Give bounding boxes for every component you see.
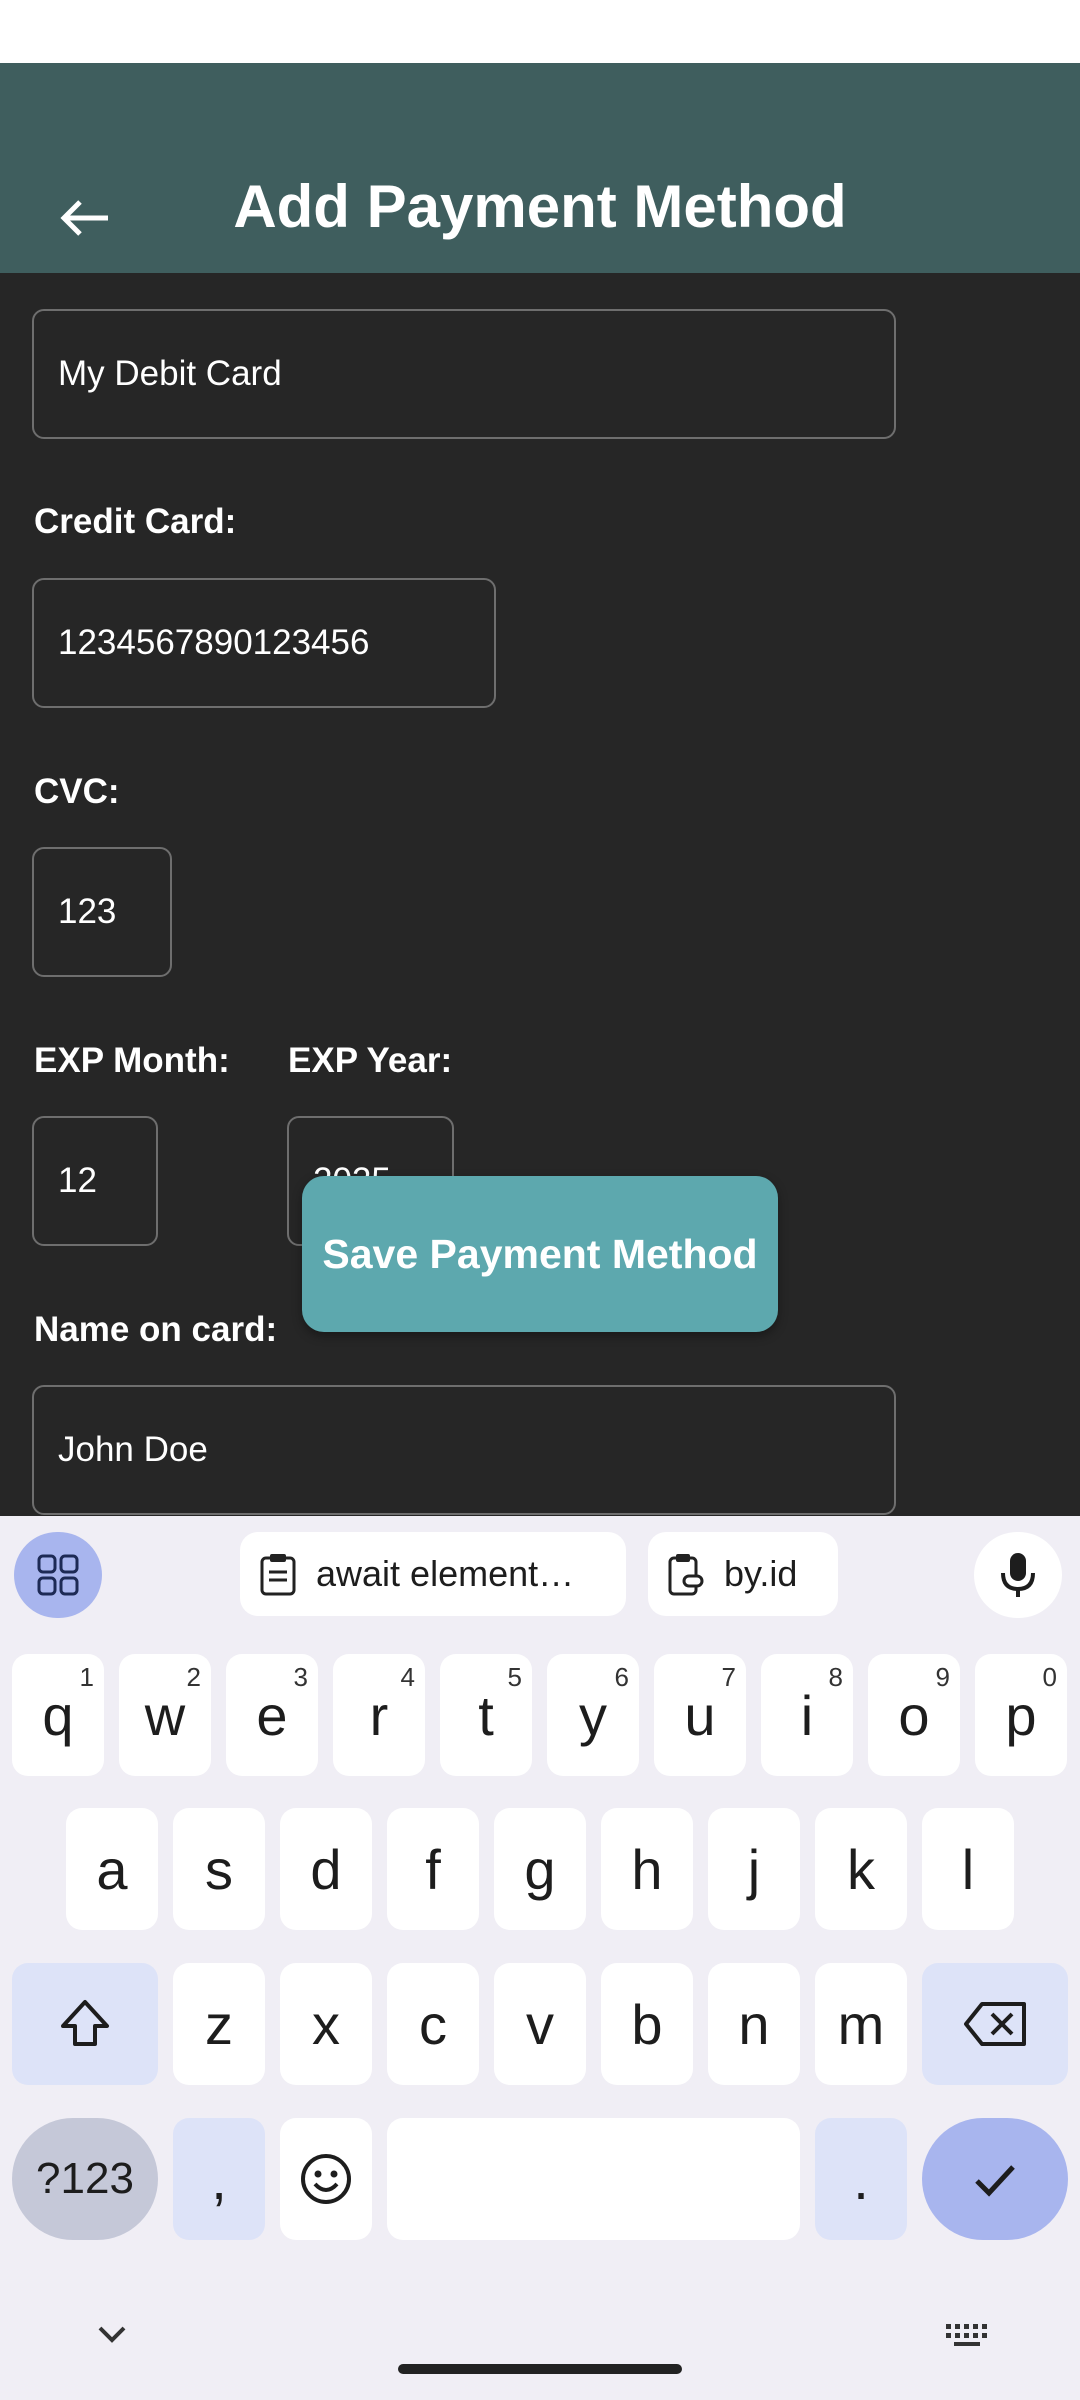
key-l[interactable]: l <box>922 1808 1014 1930</box>
key-x[interactable]: x <box>280 1963 372 2085</box>
space-key[interactable] <box>387 2118 800 2240</box>
soft-keyboard: await element… by.id q1 w2 e3 r4 t5 y6 u… <box>0 1516 1080 2400</box>
page-title: Add Payment Method <box>233 173 847 240</box>
exp-month-input[interactable]: 12 <box>32 1116 158 1246</box>
key-d[interactable]: d <box>280 1808 372 1930</box>
key-z[interactable]: z <box>173 1963 265 2085</box>
enter-key[interactable] <box>922 2118 1068 2240</box>
emoji-key[interactable] <box>280 2118 372 2240</box>
clipboard-suggestion-2[interactable]: by.id <box>648 1532 838 1616</box>
key-s[interactable]: s <box>173 1808 265 1930</box>
voice-input-button[interactable] <box>974 1532 1062 1618</box>
card-nickname-input[interactable]: My Debit Card <box>32 309 896 439</box>
key-b[interactable]: b <box>601 1963 693 2085</box>
apps-grid-icon <box>37 1554 79 1596</box>
key-p[interactable]: p0 <box>975 1654 1067 1776</box>
suggestion-text: by.id <box>724 1553 798 1594</box>
period-key[interactable]: . <box>815 2118 907 2240</box>
key-n[interactable]: n <box>708 1963 800 2085</box>
cvc-input[interactable]: 123 <box>32 847 172 977</box>
exp-year-label: EXP Year: <box>288 1041 453 1080</box>
key-j[interactable]: j <box>708 1808 800 1930</box>
exp-month-label: EXP Month: <box>34 1041 230 1080</box>
name-on-card-input[interactable]: John Doe <box>32 1385 896 1515</box>
keyboard-menu-button[interactable] <box>14 1532 102 1618</box>
key-q[interactable]: q1 <box>12 1654 104 1776</box>
key-k[interactable]: k <box>815 1808 907 1930</box>
backspace-key[interactable] <box>922 1963 1068 2085</box>
save-payment-method-button[interactable]: Save Payment Method <box>302 1176 778 1332</box>
name-on-card-label: Name on card: <box>34 1310 278 1349</box>
key-e[interactable]: e3 <box>226 1654 318 1776</box>
credit-card-label: Credit Card: <box>34 502 237 541</box>
keyboard-switch-button[interactable] <box>944 2322 990 2353</box>
key-m[interactable]: m <box>815 1963 907 2085</box>
key-h[interactable]: h <box>601 1808 693 1930</box>
clipboard-icon <box>260 1554 296 1596</box>
key-g[interactable]: g <box>494 1808 586 1930</box>
key-c[interactable]: c <box>387 1963 479 2085</box>
key-w[interactable]: w2 <box>119 1654 211 1776</box>
shift-icon <box>61 2000 109 2046</box>
key-a[interactable]: a <box>66 1808 158 1930</box>
key-y[interactable]: y6 <box>547 1654 639 1776</box>
symbols-key[interactable]: ?123 <box>12 2118 158 2240</box>
hide-keyboard-button[interactable] <box>94 2322 130 2351</box>
key-o[interactable]: o9 <box>868 1654 960 1776</box>
checkmark-icon <box>975 2165 1015 2197</box>
key-v[interactable]: v <box>494 1963 586 2085</box>
comma-key[interactable]: , <box>173 2118 265 2240</box>
key-r[interactable]: r4 <box>333 1654 425 1776</box>
credit-card-input[interactable]: 1234567890123456 <box>32 578 496 708</box>
home-indicator[interactable] <box>398 2364 682 2374</box>
clipboard-link-icon <box>668 1554 704 1596</box>
emoji-icon <box>301 2154 351 2204</box>
shift-key[interactable] <box>12 1963 158 2085</box>
key-f[interactable]: f <box>387 1808 479 1930</box>
suggestion-text: await element… <box>316 1553 575 1594</box>
chevron-down-icon <box>98 2326 126 2343</box>
backspace-icon <box>964 2002 1026 2046</box>
app-bar <box>0 63 1080 273</box>
key-t[interactable]: t5 <box>440 1654 532 1776</box>
status-bar <box>0 0 1080 63</box>
cvc-label: CVC: <box>34 772 120 811</box>
microphone-icon <box>1001 1553 1035 1597</box>
keyboard-icon <box>946 2324 987 2346</box>
key-u[interactable]: u7 <box>654 1654 746 1776</box>
clipboard-suggestion-1[interactable]: await element… <box>240 1532 626 1616</box>
key-i[interactable]: i8 <box>761 1654 853 1776</box>
